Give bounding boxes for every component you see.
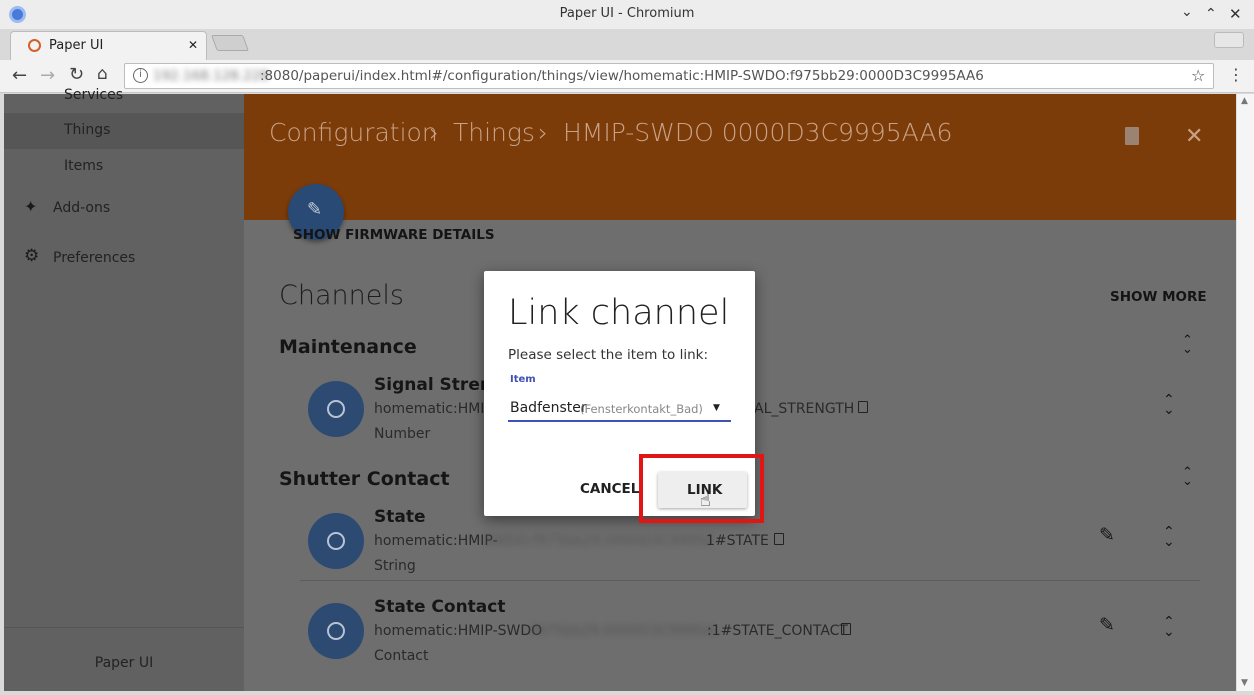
window-titlebar: Paper UI - Chromium ⌄ ⌃ ✕ (0, 0, 1254, 29)
channel-title: State Contact (374, 597, 506, 617)
page-header: Configuration › Things › HMIP-SWDO 0000D… (244, 94, 1236, 220)
tab-bar: Paper UI ✕ (0, 29, 1254, 60)
cancel-button[interactable]: CANCEL (580, 481, 639, 497)
section-shutter-contact-title: Shutter Contact (279, 468, 450, 490)
channel-uid-blurred: :f975bb29:0000D3C9995AA6 (527, 623, 717, 639)
sidebar-item-label: Add-ons (53, 200, 111, 216)
channel-uid-blurred: SWDO:f975bb29:0000D3C9995AA6: (484, 533, 712, 549)
channel-uid-suffix: 1#STATE (706, 533, 769, 549)
sidebar-item-services[interactable]: Services (4, 84, 244, 114)
highlight-box (639, 454, 764, 523)
paperui-favicon-icon (28, 39, 41, 52)
breadcrumb-thing-name: HMIP-SWDO 0000D3C9995AA6 (563, 118, 953, 147)
item-select[interactable]: Badfenster (Fensterkontakt_Bad) ▼ (508, 395, 731, 422)
expand-channel-icon[interactable]: ⌃ ⌄ (1163, 525, 1175, 549)
menu-icon[interactable]: ⋮ (1228, 65, 1244, 84)
sidebar-item-label: Things (64, 122, 111, 138)
breadcrumb-separator: › (429, 118, 439, 147)
copy-icon[interactable] (774, 533, 784, 545)
channel-type: Number (374, 426, 431, 442)
new-tab-button[interactable] (211, 35, 249, 51)
minimize-window-icon[interactable]: ⌄ (1181, 4, 1193, 20)
sidebar-item-addons[interactable]: ✦ Add-ons (4, 191, 244, 227)
channel-icon[interactable] (308, 603, 364, 659)
channel-type: String (374, 558, 416, 574)
channel-title: Signal Strength (374, 375, 484, 395)
home-icon[interactable]: ⌂ (97, 64, 108, 84)
maximize-window-icon[interactable]: ⌃ (1205, 6, 1217, 22)
puzzle-icon: ✦ (24, 197, 38, 216)
url-path: :8080/paperui/index.html#/configuration/… (260, 68, 984, 84)
channel-uid-suffix: AL_STRENGTH (754, 401, 855, 417)
channel-uid-prefix: homematic:HMIP-SWDO (374, 623, 543, 639)
show-firmware-details-link[interactable]: SHOW FIRMWARE DETAILS (293, 227, 495, 243)
info-icon[interactable]: i (133, 68, 148, 83)
sidebar: Services Things Items ✦ Add-ons ⚙ Prefer… (4, 87, 244, 691)
gear-icon: ⚙ (24, 246, 40, 266)
close-tab-icon[interactable]: ✕ (188, 38, 198, 52)
item-field-label: Item (510, 374, 536, 385)
channel-uid-suffix: :1#STATE_CONTACT (707, 623, 848, 639)
channel-icon[interactable] (308, 513, 364, 569)
sidebar-item-items[interactable]: Items (4, 149, 244, 185)
close-window-icon[interactable]: ✕ (1229, 5, 1242, 23)
channel-title: State (374, 507, 426, 527)
dialog-prompt: Please select the item to link: (508, 347, 709, 363)
dropdown-arrow-icon[interactable]: ▼ (713, 403, 720, 413)
sidebar-item-label: Services (64, 87, 124, 103)
back-icon[interactable]: ← (12, 65, 27, 86)
dialog-title: Link channel (508, 293, 730, 333)
delete-icon[interactable] (1125, 127, 1139, 145)
breadcrumb-separator: › (538, 118, 548, 147)
selected-item-label: Badfenster (510, 400, 587, 416)
window-title: Paper UI - Chromium (559, 6, 695, 21)
collapse-section-icon[interactable]: ⌃ ⌄ (1182, 466, 1193, 488)
breadcrumb-configuration[interactable]: Configuration (269, 118, 438, 147)
channel-icon[interactable] (308, 381, 364, 437)
channels-title: Channels (279, 280, 404, 311)
channel-uid-prefix: homematic:HMIP- (374, 533, 498, 549)
sidebar-footer: Paper UI (94, 655, 154, 671)
expand-channel-icon[interactable]: ⌃ ⌄ (1163, 393, 1175, 417)
close-icon[interactable]: ✕ (1185, 124, 1203, 149)
copy-icon[interactable] (841, 623, 851, 635)
scroll-down-icon[interactable]: ▼ (1241, 678, 1248, 688)
copy-icon[interactable] (858, 401, 868, 413)
selected-item-name: (Fensterkontakt_Bad) (580, 402, 703, 416)
expand-channel-icon[interactable]: ⌃ ⌄ (1163, 615, 1175, 639)
pencil-icon: ✎ (307, 199, 323, 220)
browser-tab[interactable]: Paper UI ✕ (10, 31, 207, 60)
show-more-button[interactable]: SHOW MORE (1110, 289, 1207, 305)
sidebar-item-things[interactable]: Things (4, 113, 244, 149)
reload-icon[interactable]: ↻ (69, 64, 84, 85)
address-bar[interactable]: i 192.168.128.228 :8080/paperui/index.ht… (124, 63, 1214, 89)
channel-type: Contact (374, 648, 429, 664)
sidebar-item-label: Preferences (53, 250, 136, 266)
url-host: 192.168.128.228 (153, 68, 269, 84)
sidebar-divider (4, 627, 244, 628)
forward-icon[interactable]: → (40, 65, 55, 86)
sidebar-item-preferences[interactable]: ⚙ Preferences (4, 241, 244, 277)
tab-title: Paper UI (49, 38, 104, 53)
breadcrumb-things[interactable]: Things (453, 118, 535, 147)
edit-channel-pencil-icon[interactable]: ✎ (1099, 614, 1115, 636)
bookmark-star-icon[interactable]: ☆ (1191, 66, 1205, 85)
page-scrollbar[interactable]: ▲ ▼ (1236, 94, 1254, 691)
channel-uid-prefix: homematic:HMIP- (374, 401, 498, 417)
scroll-up-icon[interactable]: ▲ (1241, 96, 1248, 106)
edit-channel-pencil-icon[interactable]: ✎ (1099, 524, 1115, 546)
profile-icon[interactable] (1214, 32, 1244, 48)
sidebar-item-label: Items (64, 158, 104, 174)
section-maintenance-title: Maintenance (279, 336, 417, 358)
collapse-section-icon[interactable]: ⌃ ⌄ (1182, 334, 1193, 356)
channel-divider (300, 580, 1200, 581)
